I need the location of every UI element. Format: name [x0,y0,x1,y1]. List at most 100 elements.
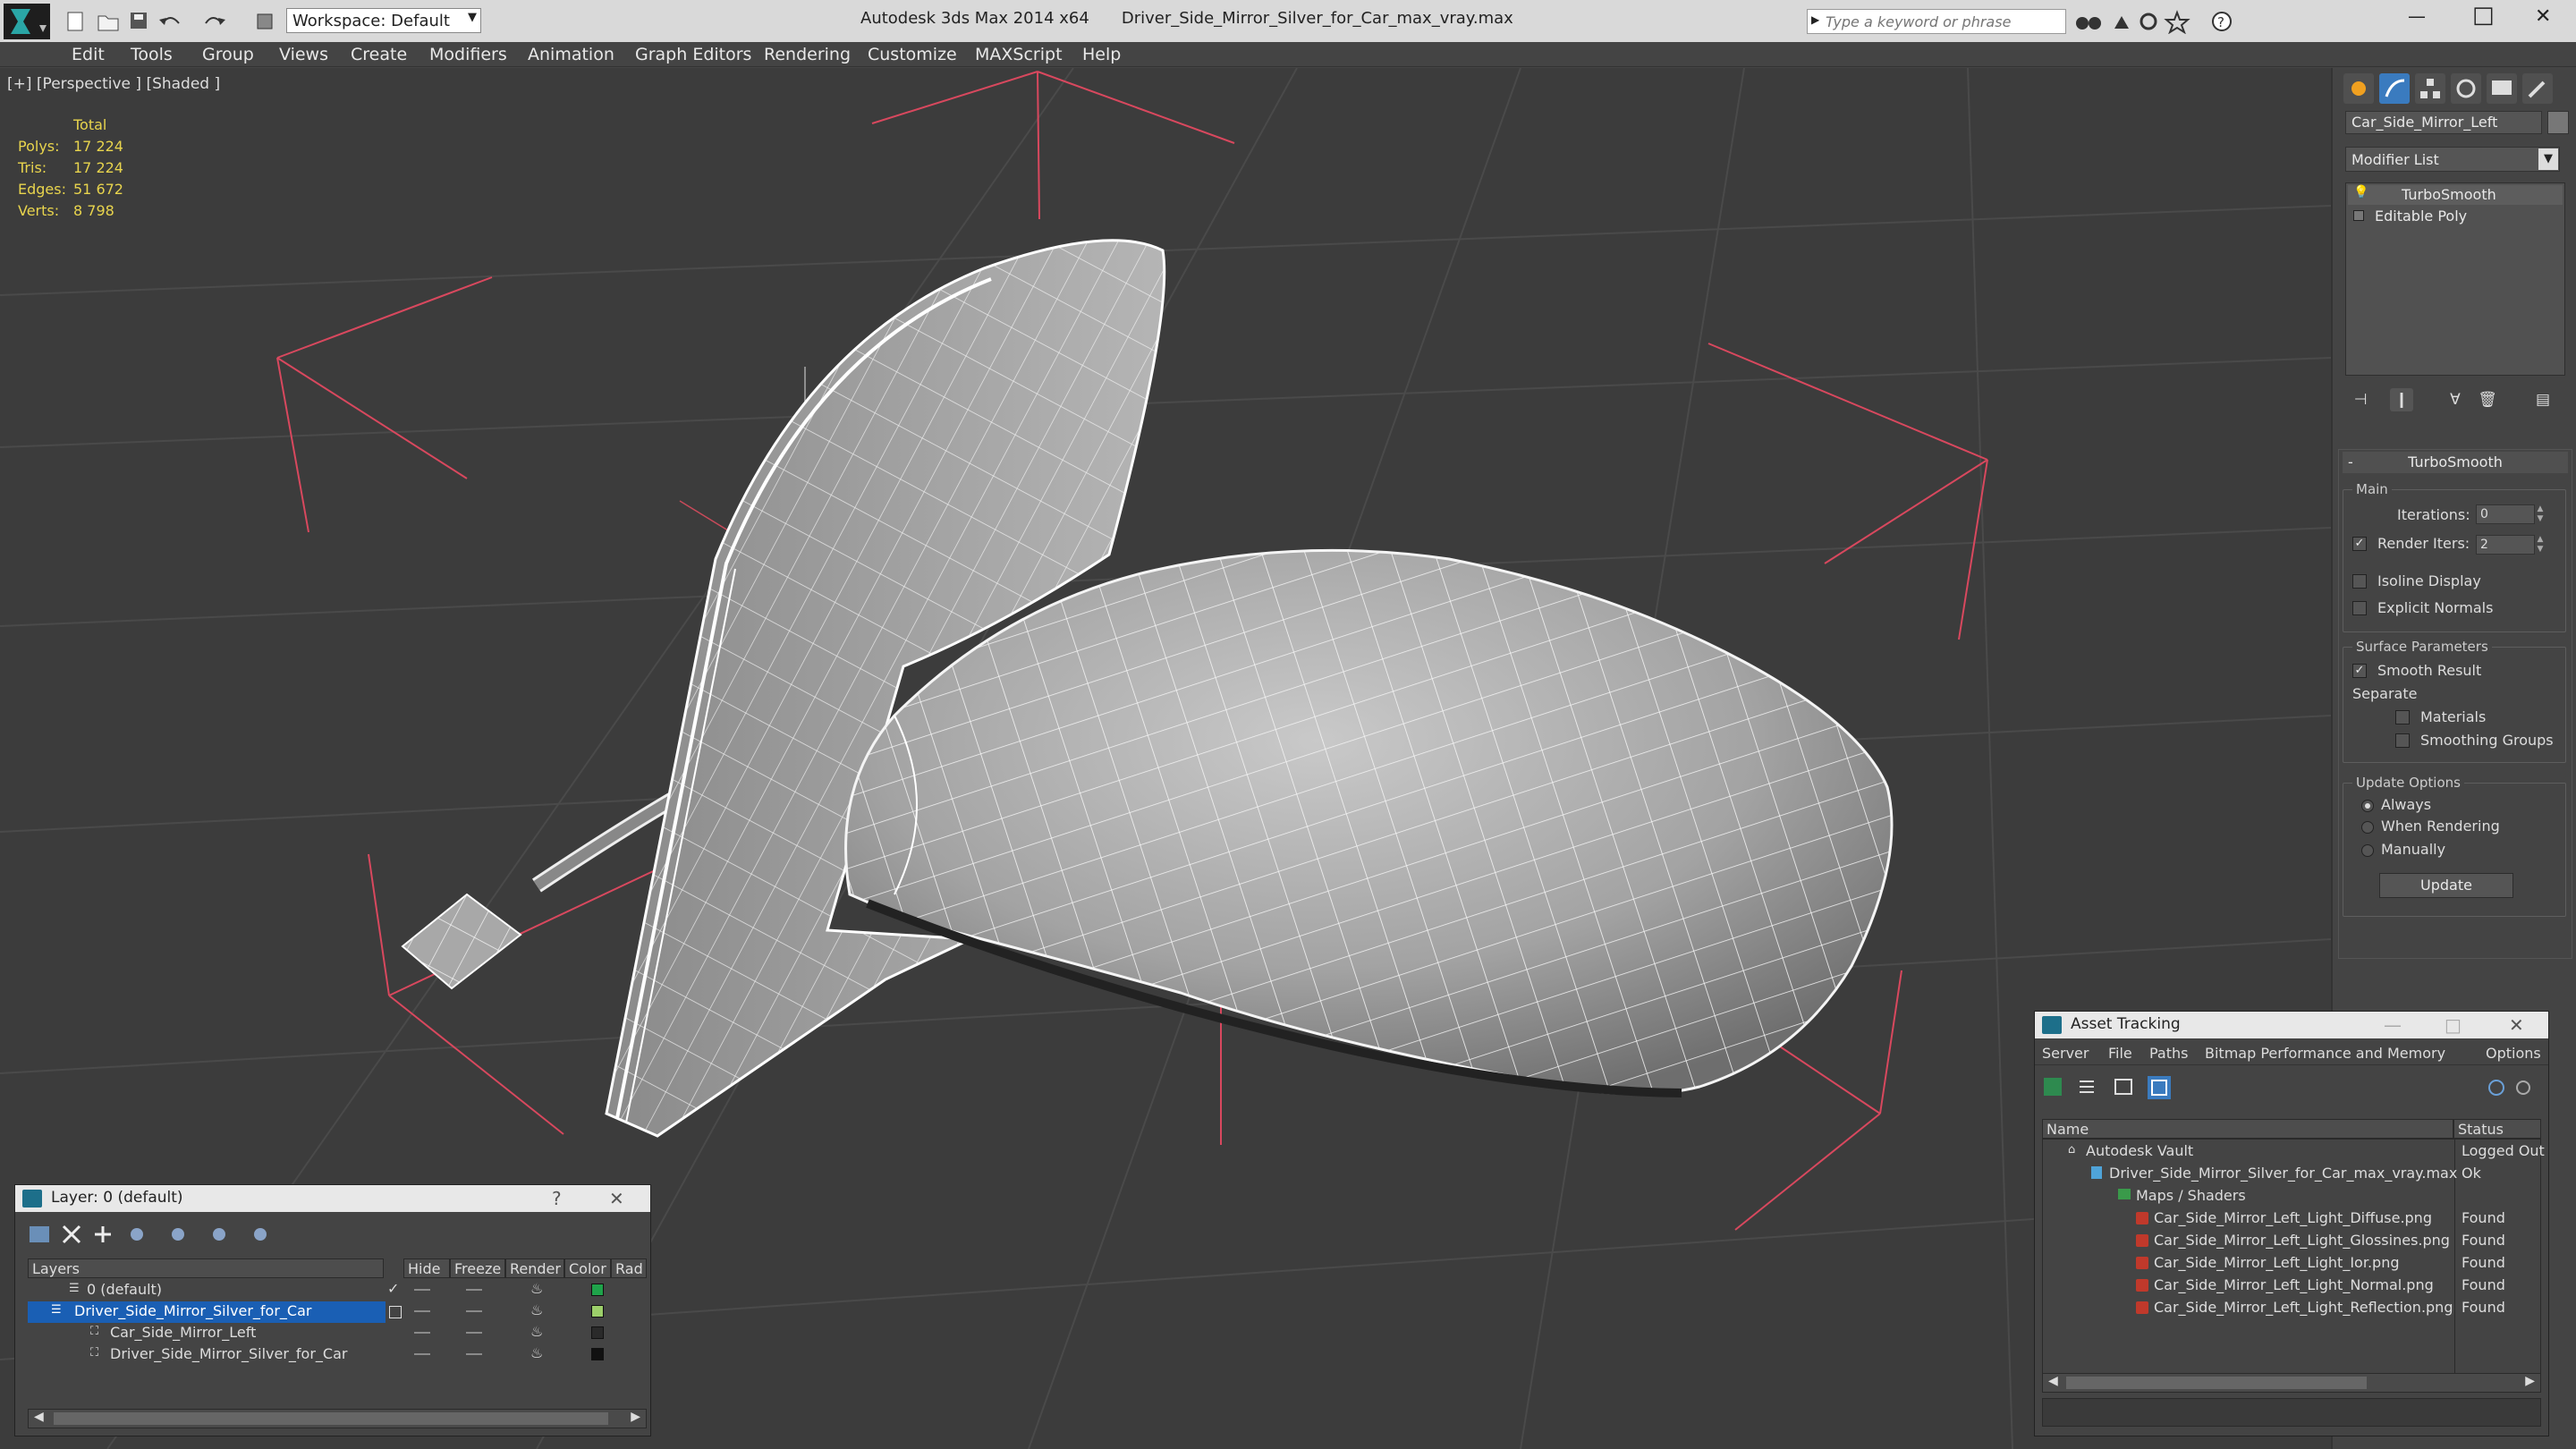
asset-row-png[interactable]: Car_Side_Mirror_Left_Light_Normal.png Fo… [2043,1275,2540,1297]
hierarchy-tab-icon[interactable] [2415,73,2445,104]
asset-row-maps-folder[interactable]: Maps / Shaders [2043,1186,2540,1208]
minimize-button[interactable]: — [2384,1014,2402,1036]
stack-item-turbosmooth[interactable]: 💡 TurboSmooth [2348,185,2563,205]
utilities-tab-icon[interactable] [2522,73,2553,104]
maximize-button[interactable]: □ [2445,1014,2462,1036]
asset-row-max-file[interactable]: Driver_Side_Mirror_Silver_for_Car_max_vr… [2043,1164,2540,1185]
help-icon[interactable] [2488,1080,2504,1096]
object-color-swatch[interactable] [2547,111,2569,134]
freeze-toggle[interactable] [466,1280,482,1297]
select-objects-icon[interactable] [131,1228,143,1241]
layer-row[interactable]: ☰ 0 (default) ✓ ♨ [28,1280,647,1301]
layer-color-swatch[interactable] [591,1326,604,1339]
stack-item-editable-poly[interactable]: Editable Poly [2348,207,2563,226]
render-iters-checkbox[interactable]: ✓ [2352,537,2367,551]
layer-color-swatch[interactable] [591,1305,604,1318]
modify-tab-icon[interactable] [2379,73,2410,104]
object-name-field[interactable]: Car_Side_Mirror_Left [2345,111,2542,134]
asset-row-png[interactable]: Car_Side_Mirror_Left_Light_Reflection.pn… [2043,1298,2540,1319]
scroll-right-icon[interactable]: ▶ [2525,1374,2535,1388]
freeze-toggle[interactable] [466,1301,482,1318]
save-icon[interactable] [131,13,147,29]
help-button[interactable]: ? [552,1188,562,1209]
render-iters-spinner[interactable]: 2 [2476,535,2535,555]
hide-toggle[interactable] [414,1280,430,1297]
asset-row-vault[interactable]: ⌂ Autodesk Vault Logged Out [2043,1141,2545,1163]
teapot-icon[interactable]: ♨ [530,1344,543,1361]
scroll-left-icon[interactable]: ◀ [2048,1374,2058,1388]
column-name[interactable]: Name [2042,1119,2453,1139]
menu-help[interactable]: Help [1082,45,1121,64]
new-file-icon[interactable] [67,12,83,31]
horizontal-scrollbar[interactable]: ◀ ▶ [2042,1373,2541,1393]
favorites-star-icon[interactable] [2164,10,2190,34]
thumbnail-view-icon[interactable] [2114,1079,2132,1095]
teapot-icon[interactable]: ♨ [530,1280,543,1297]
column-status[interactable]: Status [2453,1119,2541,1139]
layer-window-titlebar[interactable]: Layer: 0 (default) ? ✕ [15,1185,650,1212]
configure-sets-icon[interactable]: ▤ [2531,388,2555,411]
radio-manually[interactable] [2361,844,2374,857]
column-color[interactable]: Color [564,1258,611,1278]
smoothing-groups-checkbox[interactable] [2395,733,2410,748]
lightbulb-icon[interactable]: 💡 [2353,185,2368,199]
add-to-layer-icon[interactable] [95,1226,111,1242]
smooth-result-checkbox[interactable]: ✓ [2352,664,2367,678]
maximize-button[interactable]: □ [2472,2,2495,29]
layer-color-swatch[interactable] [591,1284,604,1296]
freeze-toggle[interactable] [466,1323,482,1340]
column-freeze[interactable]: Freeze [450,1258,505,1278]
teapot-icon[interactable]: ♨ [530,1323,543,1340]
project-folder-icon[interactable] [257,13,273,30]
new-layer-icon[interactable] [30,1226,49,1242]
workspace-dropdown[interactable]: Workspace: Default ▼ [286,8,481,33]
table-view-icon[interactable] [2148,1076,2171,1099]
motion-tab-icon[interactable] [2451,73,2481,104]
current-layer-box-icon[interactable] [389,1306,402,1318]
hide-toggle[interactable] [414,1301,430,1318]
column-radiosity[interactable]: Rad [611,1258,647,1278]
menu-views[interactable]: Views [279,45,328,64]
close-button[interactable]: ✕ [2535,5,2551,28]
layer-color-swatch[interactable] [591,1348,604,1360]
select-layer-icon[interactable] [172,1228,184,1241]
asset-row-png[interactable]: Car_Side_Mirror_Left_Light_Diffuse.png F… [2043,1208,2540,1230]
menu-maxscript[interactable]: MAXScript [975,45,1063,64]
modifier-list-dropdown[interactable]: Modifier List [2345,147,2560,172]
list-view-icon[interactable] [2080,1080,2094,1093]
search-box[interactable]: ▶ [1807,9,2066,34]
expand-box-icon[interactable] [2353,210,2364,221]
menu-bitmap-performance[interactable]: Bitmap Performance and Memory [2205,1045,2445,1062]
horizontal-scrollbar[interactable]: ◀ ▶ [28,1409,647,1428]
undo-icon[interactable] [159,17,180,25]
hide-all-icon[interactable] [254,1228,267,1241]
current-layer-check-icon[interactable]: ✓ [387,1280,399,1297]
scrollbar-thumb[interactable] [2066,1377,2367,1389]
communication-center-icon[interactable] [2114,16,2129,29]
teapot-icon[interactable]: ♨ [530,1301,543,1318]
spinner-arrows-icon[interactable]: ▲ ▼ [2535,535,2546,555]
open-file-icon[interactable] [97,15,119,31]
asset-row-png[interactable]: Car_Side_Mirror_Left_Light_Ior.png Found [2043,1253,2540,1275]
iterations-spinner[interactable]: 0 [2476,504,2535,524]
column-render[interactable]: Render [505,1258,564,1278]
menu-edit[interactable]: Edit [72,45,105,64]
scroll-right-icon[interactable]: ▶ [631,1410,640,1424]
menu-file[interactable]: File [2108,1045,2132,1062]
highlight-layer-icon[interactable] [213,1228,225,1241]
redo-icon[interactable] [205,17,225,25]
materials-checkbox[interactable] [2395,710,2410,724]
spinner-arrows-icon[interactable]: ▲ ▼ [2535,504,2546,524]
show-end-result-icon[interactable]: ❙ [2390,388,2413,411]
make-unique-icon[interactable]: ∀ [2444,388,2467,411]
remove-modifier-icon[interactable]: 🗑 [2476,388,2499,411]
pin-stack-icon[interactable]: ⊣ [2349,388,2372,411]
layer-row[interactable]: ⛶ Driver_Side_Mirror_Silver_for_Car ♨ [28,1344,647,1366]
radio-always[interactable] [2361,800,2374,812]
minimize-button[interactable]: — [2408,5,2426,27]
create-tab-icon[interactable] [2343,73,2374,104]
layer-row[interactable]: ⛶ Car_Side_Mirror_Left ♨ [28,1323,647,1344]
hide-toggle[interactable] [414,1344,430,1361]
chevron-down-icon[interactable]: ▼ [2538,148,2558,170]
close-button[interactable]: ✕ [609,1188,624,1209]
